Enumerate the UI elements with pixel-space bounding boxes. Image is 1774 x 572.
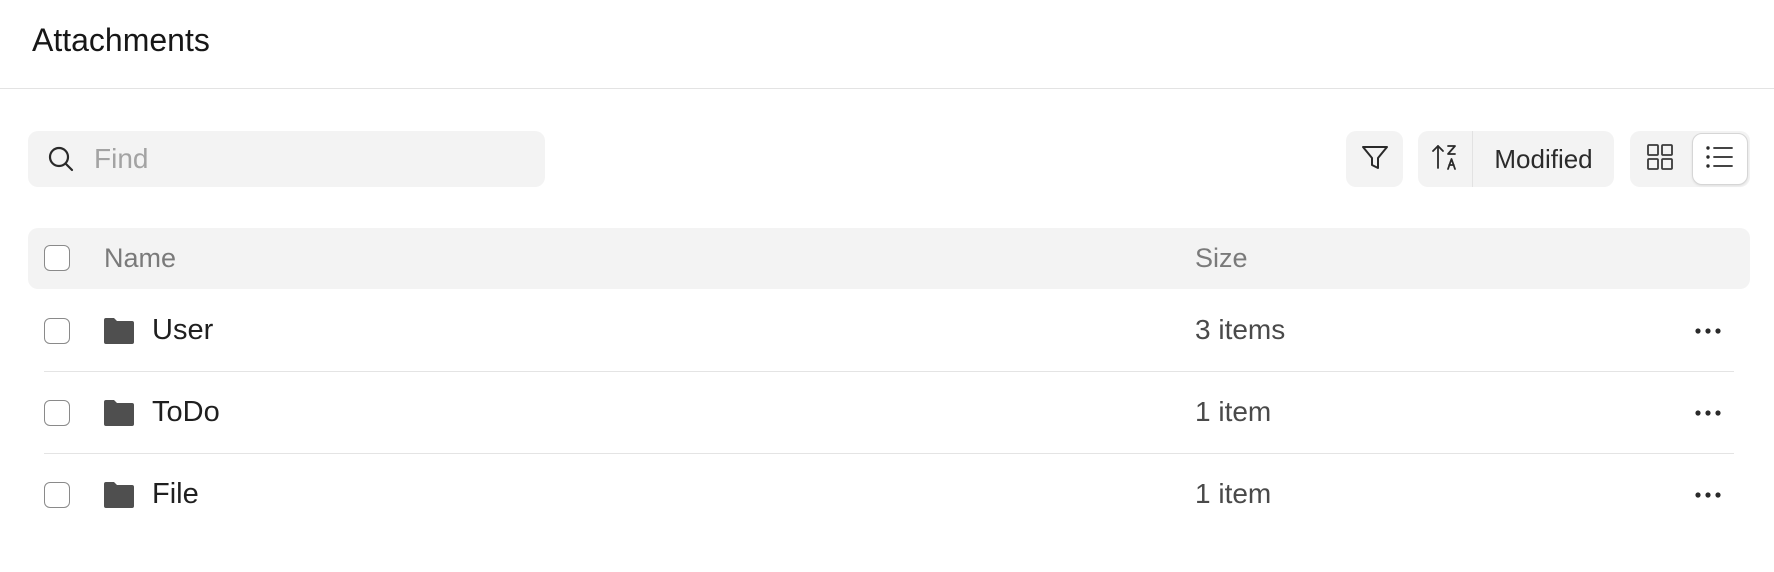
sort-direction-button[interactable]: [1418, 131, 1473, 187]
column-header-size[interactable]: Size: [1195, 243, 1248, 274]
table-header: Name Size: [28, 228, 1750, 289]
row-size: 1 item: [1195, 478, 1272, 509]
row-size: 1 item: [1195, 396, 1272, 427]
search-icon: [46, 144, 76, 174]
list-view-icon: [1705, 144, 1735, 175]
view-toggle: [1630, 131, 1750, 187]
sort-field-button[interactable]: Modified: [1473, 144, 1614, 175]
page-header: Attachments: [0, 0, 1774, 89]
table-row[interactable]: File 1 item: [28, 454, 1750, 536]
search-box[interactable]: [28, 131, 545, 187]
select-all-checkbox[interactable]: [44, 245, 70, 271]
more-options-button[interactable]: [1688, 480, 1728, 510]
row-name[interactable]: User: [152, 314, 213, 347]
more-options-button[interactable]: [1688, 316, 1728, 346]
list-view-button[interactable]: [1692, 133, 1748, 185]
table-row[interactable]: User 3 items: [28, 290, 1750, 372]
folder-icon: [104, 318, 134, 344]
grid-view-button[interactable]: [1630, 131, 1690, 187]
more-horizontal-icon: [1694, 322, 1722, 340]
folder-icon: [104, 400, 134, 426]
row-name[interactable]: ToDo: [152, 396, 220, 429]
row-checkbox[interactable]: [44, 482, 70, 508]
grid-view-icon: [1646, 143, 1674, 176]
row-name[interactable]: File: [152, 478, 199, 511]
folder-icon: [104, 482, 134, 508]
row-size: 3 items: [1195, 314, 1286, 345]
row-checkbox[interactable]: [44, 400, 70, 426]
more-horizontal-icon: [1694, 404, 1722, 422]
filter-button[interactable]: [1346, 131, 1403, 187]
more-horizontal-icon: [1694, 486, 1722, 504]
column-header-name[interactable]: Name: [104, 243, 176, 274]
filter-icon: [1360, 142, 1390, 177]
table-row[interactable]: ToDo 1 item: [28, 372, 1750, 454]
more-options-button[interactable]: [1688, 398, 1728, 428]
sort-ascending-za-icon: [1430, 142, 1460, 177]
sort-control: Modified: [1418, 131, 1614, 187]
search-input[interactable]: [92, 142, 516, 176]
row-checkbox[interactable]: [44, 318, 70, 344]
page-title: Attachments: [32, 22, 210, 58]
